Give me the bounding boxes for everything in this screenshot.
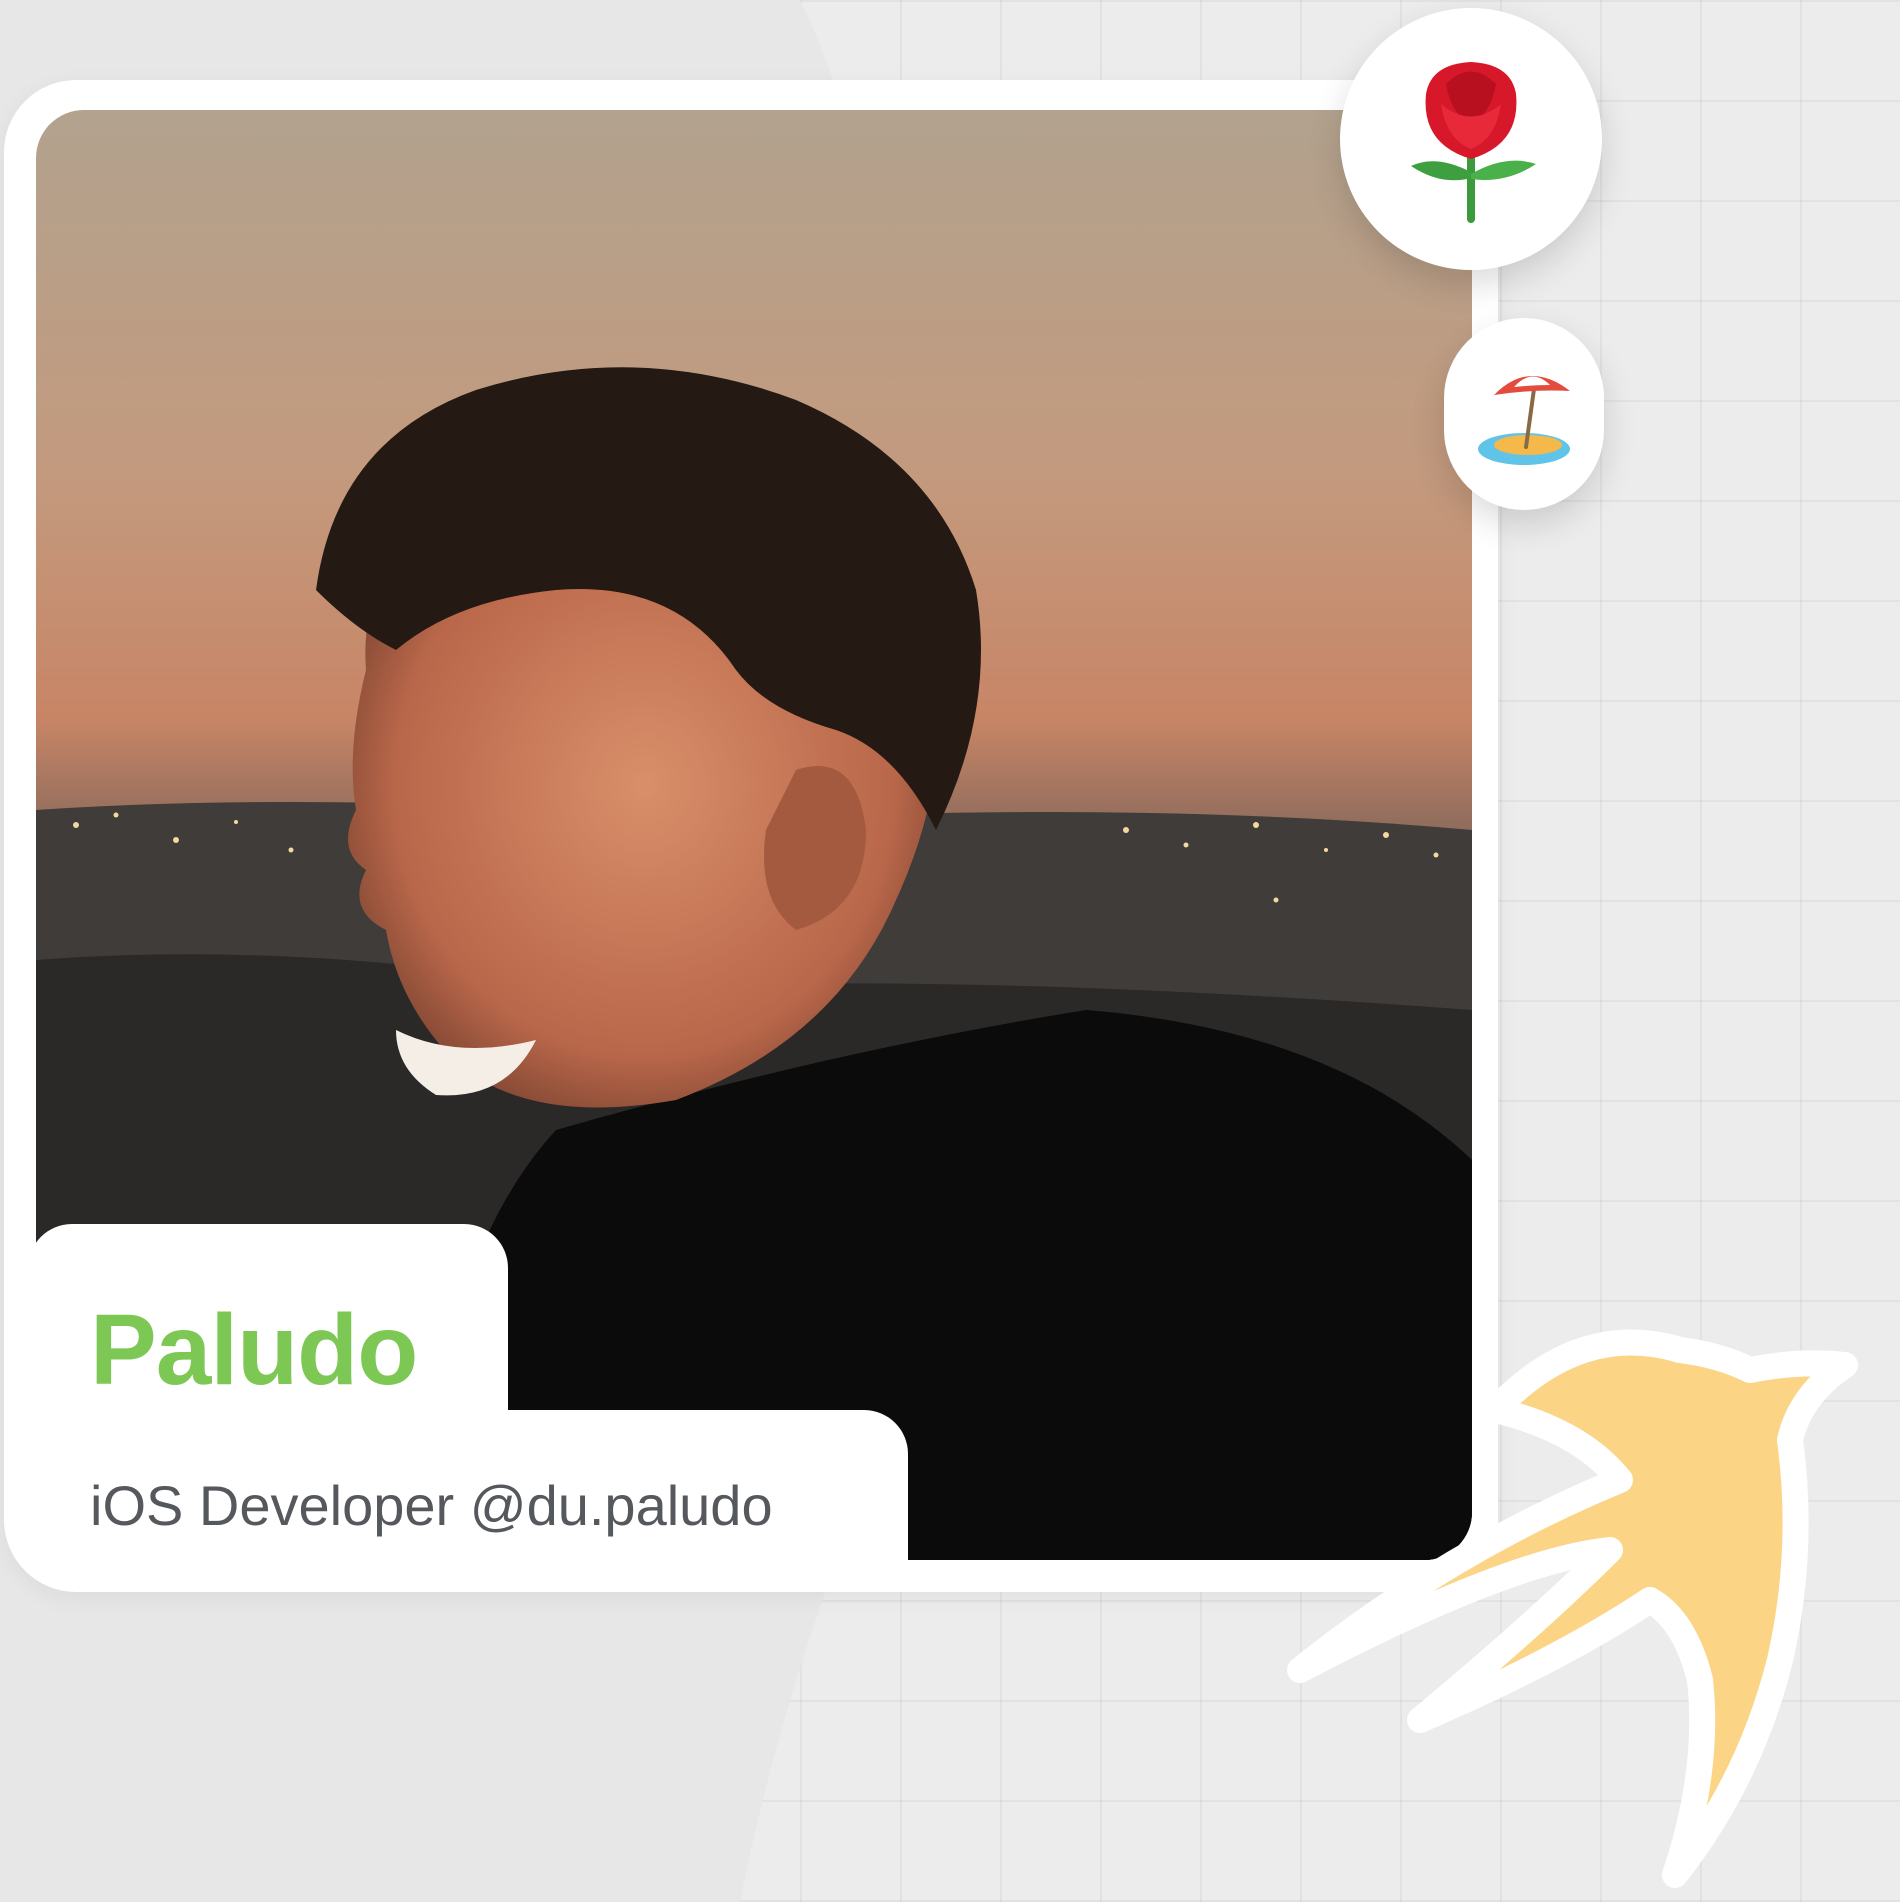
profile-name: Paludo [90, 1294, 418, 1406]
beach-badge [1444, 318, 1604, 510]
beach-umbrella-icon [1478, 375, 1570, 465]
rose-badge [1340, 8, 1602, 270]
swallow-bird-icon [1287, 1329, 1858, 1888]
profile-role: iOS Developer @du.paludo [90, 1474, 773, 1537]
rose-icon [1411, 62, 1536, 223]
